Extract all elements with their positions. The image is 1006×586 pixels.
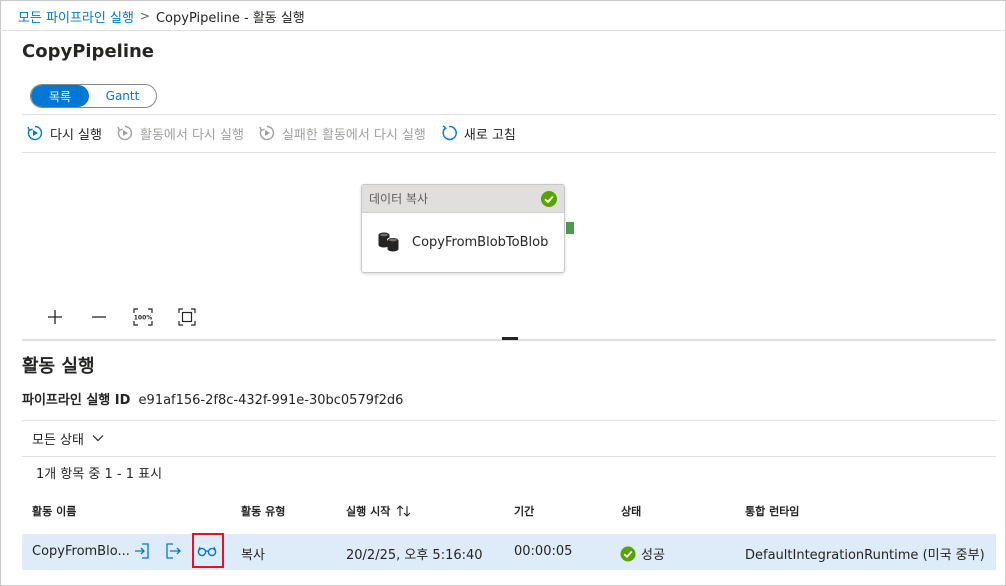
row-status: 성공 bbox=[620, 544, 665, 563]
rerun-from-failed-label: 실패한 활동에서 다시 실행 bbox=[281, 127, 426, 143]
item-count: 1개 항목 중 1 - 1 표시 bbox=[36, 467, 163, 482]
canvas-zoom-controls: 100% bbox=[44, 306, 220, 328]
minus-icon bbox=[92, 316, 106, 318]
rerun-button[interactable]: 다시 실행 bbox=[26, 124, 102, 143]
refresh-icon bbox=[442, 125, 457, 141]
rerun-from-failed-icon bbox=[259, 125, 275, 141]
column-header-runtime[interactable]: 통합 런타임 bbox=[745, 503, 799, 519]
breadcrumb-current: CopyPipeline - 활동 실행 bbox=[155, 10, 305, 26]
rerun-from-activity-button[interactable]: 활동에서 다시 실행 bbox=[116, 124, 244, 143]
pane-splitter-handle[interactable] bbox=[502, 337, 518, 340]
rerun-from-failed-button[interactable]: 실패한 활동에서 다시 실행 bbox=[258, 124, 426, 143]
page-title: CopyPipeline bbox=[22, 41, 155, 62]
details-button[interactable] bbox=[197, 541, 217, 561]
plus-icon bbox=[48, 310, 62, 324]
input-icon bbox=[135, 543, 149, 559]
row-run-start: 20/2/25, 오후 5:16:40 bbox=[346, 548, 483, 563]
zoom-100-label: 100% bbox=[134, 315, 153, 322]
refresh-button[interactable]: 새로 고침 bbox=[440, 124, 516, 143]
pipeline-run-id-label: 파이프라인 실행 ID bbox=[22, 393, 131, 408]
rerun-icon bbox=[27, 125, 43, 141]
row-status-label: 성공 bbox=[641, 548, 665, 563]
pipeline-run-id-value: e91af156-2f8c-432f-991e-30bc0579f2d6 bbox=[138, 393, 404, 408]
column-header-type[interactable]: 활동 유형 bbox=[241, 503, 285, 519]
glasses-icon bbox=[197, 546, 217, 557]
column-header-duration[interactable]: 기간 bbox=[514, 503, 534, 519]
activity-node-copy[interactable]: 데이터 복사 CopyFromBlobToBlob bbox=[361, 184, 565, 273]
column-header-status[interactable]: 상태 bbox=[621, 503, 641, 519]
toolbar-divider-bottom bbox=[22, 152, 996, 153]
chevron-down-icon bbox=[92, 435, 104, 442]
activity-node-type: 데이터 복사 bbox=[369, 192, 429, 206]
zoom-100-button[interactable]: 100% bbox=[132, 306, 154, 328]
toolbar-divider-top bbox=[22, 114, 996, 115]
column-header-name[interactable]: 활동 이름 bbox=[32, 503, 76, 519]
row-integration-runtime: DefaultIntegrationRuntime (미국 중부) bbox=[745, 548, 985, 563]
activity-node-header: 데이터 복사 bbox=[362, 185, 564, 213]
pipeline-run-id: 파이프라인 실행 ID e91af156-2f8c-432f-991e-30bc… bbox=[22, 389, 403, 408]
database-icon bbox=[378, 232, 399, 252]
toggle-gantt[interactable]: Gantt bbox=[89, 85, 156, 107]
zoom-in-button[interactable] bbox=[44, 306, 66, 328]
column-header-start[interactable]: 실행 시작 bbox=[346, 503, 412, 519]
fit-screen-icon bbox=[178, 308, 196, 326]
filter-divider-top bbox=[22, 420, 996, 421]
output-icon bbox=[166, 543, 181, 559]
toggle-list[interactable]: 목록 bbox=[31, 85, 89, 107]
success-check-icon bbox=[541, 190, 557, 207]
rerun-from-activity-icon bbox=[117, 125, 133, 141]
input-button[interactable] bbox=[132, 541, 152, 561]
zoom-out-button[interactable] bbox=[88, 306, 110, 328]
sort-icon bbox=[396, 505, 411, 517]
breadcrumb-all-pipeline-runs[interactable]: 모든 파이프라인 실행 bbox=[18, 7, 134, 26]
row-activity-type: 복사 bbox=[241, 548, 265, 563]
activity-node-name: CopyFromBlobToBlob bbox=[412, 234, 549, 250]
column-header-start-label: 실행 시작 bbox=[346, 505, 391, 518]
activity-node-body: CopyFromBlobToBlob bbox=[362, 213, 564, 271]
row-duration: 00:00:05 bbox=[514, 544, 573, 559]
filter-divider-bottom bbox=[22, 456, 996, 457]
zoom-100-icon: 100% bbox=[133, 308, 153, 326]
success-check-icon bbox=[620, 546, 636, 561]
breadcrumb-separator: > bbox=[139, 9, 150, 23]
status-filter-label: 모든 상태 bbox=[32, 432, 84, 448]
toolbar: 다시 실행 활동에서 다시 실행 실패한 활동에서 다시 실행 새로 고침 bbox=[26, 120, 530, 146]
refresh-label: 새로 고침 bbox=[463, 127, 516, 143]
view-toggle: 목록 Gantt bbox=[30, 84, 157, 108]
rerun-label: 다시 실행 bbox=[50, 127, 102, 143]
activity-node-output-port[interactable] bbox=[566, 222, 574, 234]
row-activity-name[interactable]: CopyFromBlo... bbox=[32, 544, 130, 559]
status-filter-dropdown[interactable]: 모든 상태 bbox=[32, 427, 104, 449]
header-divider bbox=[0, 30, 1006, 31]
rerun-from-activity-label: 활동에서 다시 실행 bbox=[139, 127, 244, 143]
output-button[interactable] bbox=[163, 541, 183, 561]
breadcrumb: 모든 파이프라인 실행 > CopyPipeline - 활동 실행 bbox=[18, 6, 305, 26]
activity-runs-title: 활동 실행 bbox=[22, 356, 95, 377]
fit-to-screen-button[interactable] bbox=[176, 306, 198, 328]
